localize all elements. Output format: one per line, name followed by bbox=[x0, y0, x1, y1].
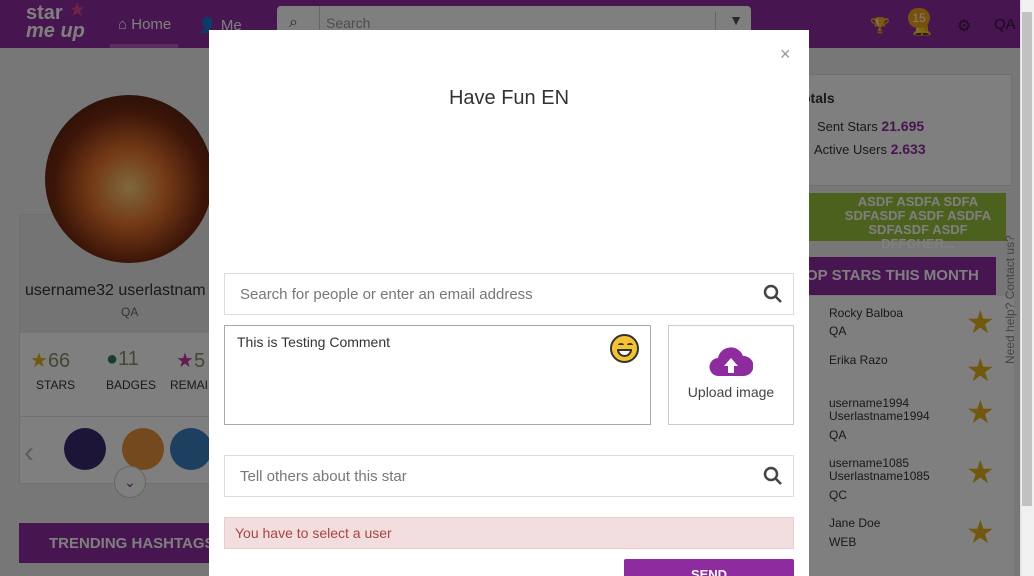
send-button[interactable]: SEND bbox=[624, 559, 794, 576]
tell-others-field[interactable]: Tell others about this star bbox=[224, 455, 794, 497]
error-alert: You have to select a user bbox=[224, 517, 794, 549]
emoji-picker-icon[interactable] bbox=[610, 334, 639, 363]
close-icon[interactable]: × bbox=[780, 44, 791, 65]
comment-text: This is Testing Comment bbox=[237, 334, 391, 350]
people-search-field[interactable]: Search for people or enter an email addr… bbox=[224, 273, 794, 315]
scrollbar-thumb[interactable] bbox=[1022, 12, 1032, 506]
comment-textarea[interactable]: This is Testing Comment bbox=[224, 325, 651, 425]
tell-others-input[interactable]: Tell others about this star bbox=[240, 468, 407, 485]
modal-title: Have Fun EN bbox=[448, 87, 570, 109]
people-search-input[interactable]: Search for people or enter an email addr… bbox=[240, 286, 533, 303]
search-icon[interactable] bbox=[763, 284, 783, 304]
search-icon[interactable] bbox=[763, 466, 783, 486]
cloud-upload-icon bbox=[709, 347, 753, 377]
upload-image-button[interactable]: Upload image bbox=[668, 325, 794, 425]
upload-image-label: Upload image bbox=[687, 384, 775, 400]
error-alert-text: You have to select a user bbox=[235, 525, 392, 541]
